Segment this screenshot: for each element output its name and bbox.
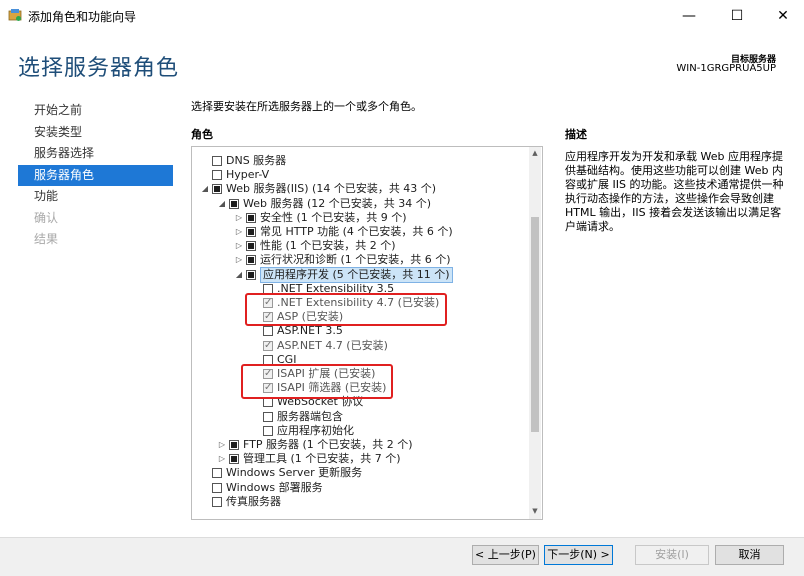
roles-header: 角色 xyxy=(191,128,213,141)
highlight-box-isapi xyxy=(241,364,393,399)
role-row[interactable]: ▷ 常见 HTTP 功能 (4 个已安装，共 6 个) xyxy=(192,225,528,239)
install-button: 安装(I) xyxy=(635,545,709,565)
expand-icon[interactable]: ▷ xyxy=(234,211,244,225)
nav-item-server-selection[interactable]: 服务器选择 xyxy=(18,143,173,165)
role-row[interactable]: ▷ 管理工具 (1 个已安装，共 7 个) xyxy=(192,452,528,466)
role-row[interactable]: ▷ 性能 (1 个已安装，共 2 个) xyxy=(192,239,528,253)
scroll-up-icon[interactable]: ▲ xyxy=(529,147,541,159)
role-row[interactable]: ◢ 应用程序开发 (5 个已安装，共 11 个) xyxy=(192,266,528,283)
role-checkbox[interactable] xyxy=(212,468,222,479)
highlight-box-net-asp xyxy=(245,293,447,326)
role-row[interactable]: ▷ FTP 服务器 (1 个已安装，共 2 个) xyxy=(192,438,528,452)
description-text: 应用程序开发为开发和承载 Web 应用程序提供基础结构。使用这些功能可以创建 W… xyxy=(565,150,784,233)
close-button[interactable]: ✕ xyxy=(760,0,804,31)
role-row[interactable]: Windows Server 更新服务 xyxy=(192,466,528,480)
collapse-icon[interactable]: ◢ xyxy=(200,182,210,196)
role-row[interactable]: ASP.NET 4.7 (已安装) xyxy=(192,339,528,353)
role-checkbox[interactable] xyxy=(246,241,256,252)
roles-tree[interactable]: ▲ ▼ DNS 服务器 Hyper-V ◢ Web 服务器(IIS) (14 个已安装… xyxy=(191,146,543,520)
description-header: 描述 xyxy=(565,128,587,141)
role-label: 传真服务器 xyxy=(226,494,281,508)
role-checkbox xyxy=(263,339,273,353)
nav-item-results: 结果 xyxy=(34,232,59,246)
role-checkbox[interactable] xyxy=(246,269,256,280)
role-label: 运行状况和诊断 (1 个已安装，共 6 个) xyxy=(260,253,451,267)
page-title: 选择服务器角色 xyxy=(18,56,180,81)
next-button[interactable]: 下一步(N) > xyxy=(544,545,613,565)
role-checkbox[interactable] xyxy=(212,156,222,166)
role-checkbox[interactable] xyxy=(263,425,273,436)
role-checkbox[interactable] xyxy=(212,170,222,181)
nav-item-confirmation: 确认 xyxy=(34,210,59,225)
role-checkbox[interactable] xyxy=(246,212,256,223)
role-label: 安全性 (1 个已安装，共 9 个) xyxy=(260,210,407,224)
role-label: FTP 服务器 (1 个已安装，共 2 个) xyxy=(243,438,413,451)
window-title: 添加角色和功能向导 xyxy=(28,10,137,24)
role-row[interactable]: ◢ Web 服务器(IIS) (14 个已安装，共 43 个) xyxy=(192,182,528,196)
previous-button[interactable]: < 上一步(P) xyxy=(472,545,539,565)
role-row[interactable]: 服务器端包含 xyxy=(192,410,528,424)
role-label: Web 服务器 (12 个已安装，共 34 个) xyxy=(243,196,432,210)
role-label: ASP.NET 4.7 (已安装) xyxy=(277,338,388,352)
collapse-icon[interactable]: ◢ xyxy=(234,268,244,282)
role-label: 应用程序初始化 xyxy=(277,423,354,437)
role-row[interactable]: Hyper-V xyxy=(192,168,528,182)
role-row[interactable]: Windows 部署服务 xyxy=(192,481,528,495)
window-titlebar: 添加角色和功能向导 — ☐ ✕ xyxy=(0,0,804,31)
role-label: 应用程序开发 (5 个已安装，共 11 个) xyxy=(260,266,453,283)
tree-scrollbar[interactable]: ▲ ▼ xyxy=(529,147,541,519)
role-row[interactable]: ◢ Web 服务器 (12 个已安装，共 34 个) xyxy=(192,197,528,211)
expand-icon[interactable]: ▷ xyxy=(234,225,244,239)
scroll-down-icon[interactable]: ▼ xyxy=(529,505,541,517)
role-checkbox[interactable] xyxy=(246,255,256,266)
role-checkbox[interactable] xyxy=(212,184,222,195)
role-row[interactable]: DNS 服务器 xyxy=(192,154,528,168)
role-checkbox[interactable] xyxy=(212,496,222,507)
wizard-app-icon xyxy=(8,9,22,21)
role-label: DNS 服务器 xyxy=(226,154,287,167)
role-checkbox[interactable] xyxy=(229,454,239,465)
role-checkbox[interactable] xyxy=(212,482,222,493)
nav-item-features[interactable]: 功能 xyxy=(18,186,173,208)
role-row[interactable]: ASP.NET 3.5 xyxy=(192,324,528,338)
instruction-text: 选择要安装在所选服务器上的一个或多个角色。 xyxy=(191,100,422,113)
role-label: Windows 部署服务 xyxy=(226,480,323,494)
wizard-nav: 开始之前 安装类型 服务器选择 服务器角色 功能 确认 结果 xyxy=(18,100,173,251)
role-row[interactable]: ▷ 安全性 (1 个已安装，共 9 个) xyxy=(192,211,528,225)
role-label: Windows Server 更新服务 xyxy=(226,466,363,480)
nav-item-before-you-begin[interactable]: 开始之前 xyxy=(18,100,173,122)
minimize-button[interactable]: — xyxy=(666,0,712,31)
role-label: 管理工具 (1 个已安装，共 7 个) xyxy=(243,452,401,466)
expand-icon[interactable]: ▷ xyxy=(234,239,244,253)
role-row[interactable]: 应用程序初始化 xyxy=(192,424,528,438)
role-label: ASP.NET 3.5 xyxy=(277,324,343,338)
maximize-button[interactable]: ☐ xyxy=(714,0,760,31)
role-row[interactable]: 传真服务器 xyxy=(192,495,528,509)
role-label: Hyper-V xyxy=(226,168,270,182)
scroll-thumb[interactable] xyxy=(531,217,539,432)
nav-item-server-roles[interactable]: 服务器角色 xyxy=(18,164,173,186)
role-label: 性能 (1 个已安装，共 2 个) xyxy=(260,239,396,253)
target-server-name: WIN-1GRGPRUA5UP xyxy=(676,63,776,74)
role-label: 常见 HTTP 功能 (4 个已安装，共 6 个) xyxy=(260,225,453,238)
role-checkbox[interactable] xyxy=(229,198,239,209)
role-label: 服务器端包含 xyxy=(277,409,343,423)
role-checkbox[interactable] xyxy=(246,227,256,237)
expand-icon[interactable]: ▷ xyxy=(234,253,244,267)
cancel-button[interactable]: 取消 xyxy=(715,545,784,565)
nav-item-installation-type[interactable]: 安装类型 xyxy=(18,122,173,144)
role-checkbox[interactable] xyxy=(263,411,273,422)
role-checkbox[interactable] xyxy=(263,326,273,337)
role-row[interactable]: ▷ 运行状况和诊断 (1 个已安装，共 6 个) xyxy=(192,253,528,267)
role-checkbox[interactable] xyxy=(229,440,239,450)
collapse-icon[interactable]: ◢ xyxy=(217,197,227,211)
role-label: Web 服务器(IIS) (14 个已安装，共 43 个) xyxy=(226,182,437,196)
expand-icon[interactable]: ▷ xyxy=(217,438,227,452)
expand-icon[interactable]: ▷ xyxy=(217,452,227,466)
